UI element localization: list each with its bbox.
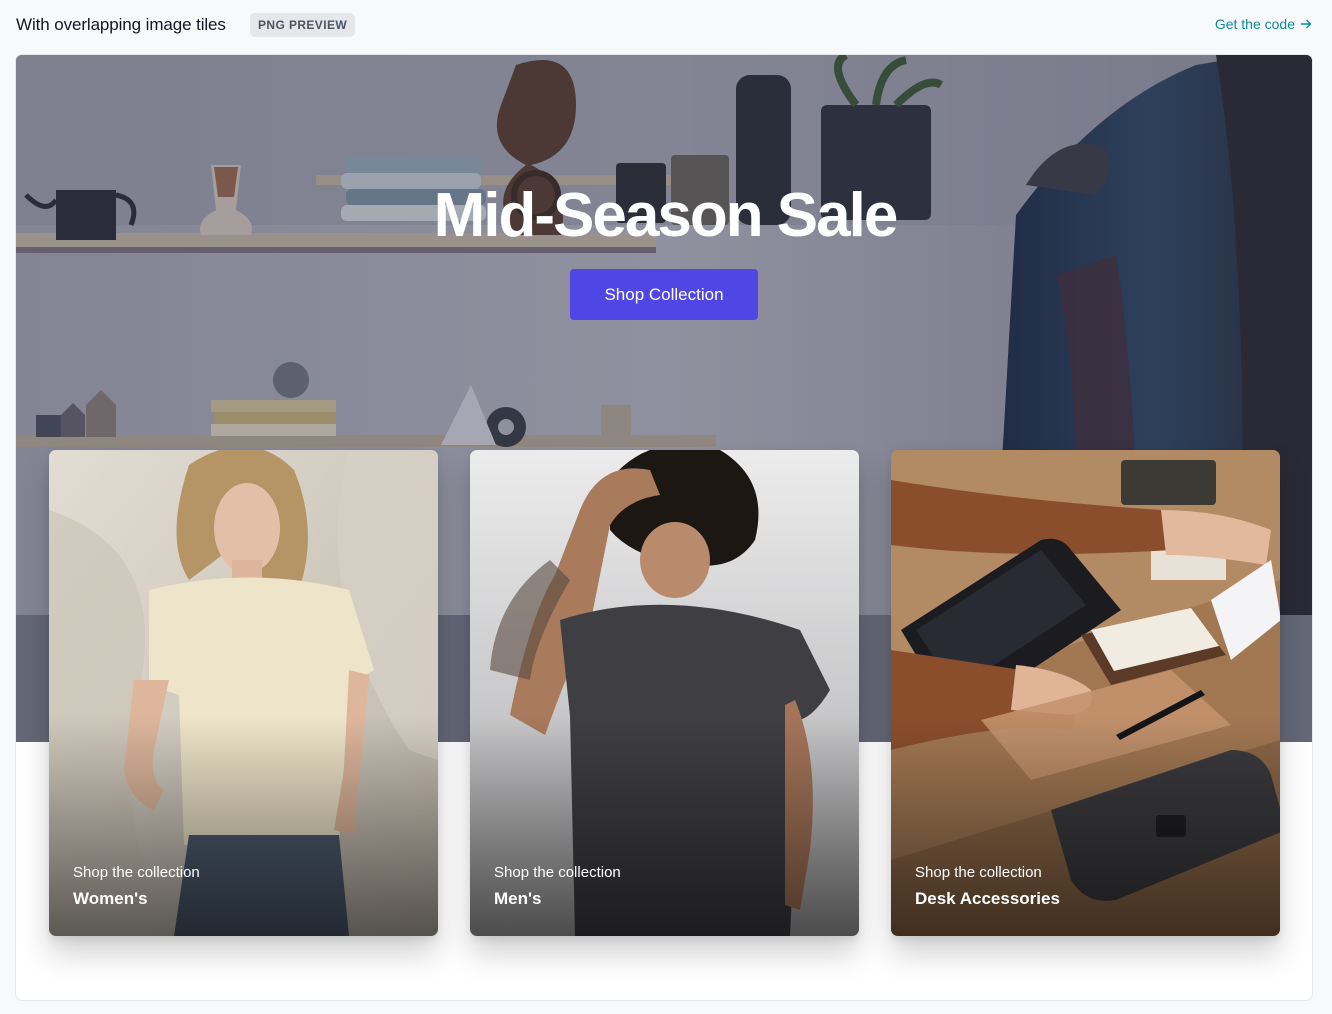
collection-tile-mens[interactable]: Shop the collection Men's <box>470 450 859 936</box>
tile-subtitle: Shop the collection <box>494 864 621 881</box>
arrow-right-icon <box>1300 19 1312 29</box>
tile-collection-name: Women's <box>73 889 148 908</box>
get-the-code-label: Get the code <box>1214 16 1295 32</box>
tile-subtitle: Shop the collection <box>915 864 1042 881</box>
collection-tile-desk-accessories[interactable]: Shop the collection Desk Accessories <box>891 450 1280 936</box>
png-preview-badge: PNG PREVIEW <box>250 13 356 37</box>
hero-title: Mid-Season Sale <box>433 181 899 250</box>
page-title: With overlapping image tiles <box>16 15 226 34</box>
preview-frame: Mid-Season Sale Shop Collection Shop the… <box>15 54 1313 1001</box>
collection-tile-womens[interactable]: Shop the collection Women's <box>49 450 438 936</box>
tile-collection-name: Men's <box>494 889 542 908</box>
shop-collection-button[interactable]: Shop Collection <box>570 269 758 320</box>
get-the-code-link[interactable]: Get the code <box>1215 16 1312 32</box>
tile-collection-name: Desk Accessories <box>915 889 1060 908</box>
preview-header: With overlapping image tiles PNG PREVIEW… <box>0 0 1332 52</box>
tile-subtitle: Shop the collection <box>73 864 200 881</box>
